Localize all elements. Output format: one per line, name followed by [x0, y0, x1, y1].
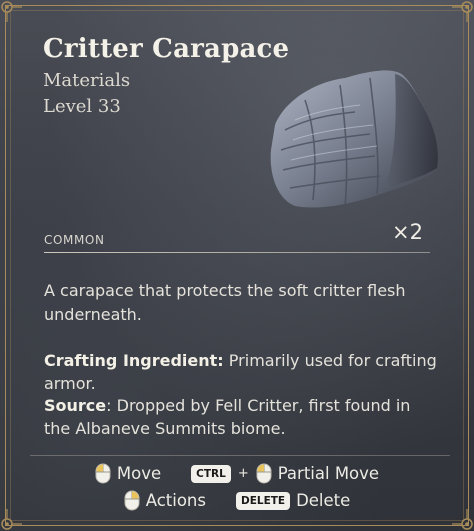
move-hint[interactable]: Move [95, 463, 161, 484]
item-tooltip-panel: Critter Carapace Materials Level 33 COMM… [0, 0, 474, 531]
corner-ornament-icon [452, 509, 474, 531]
crafting-label: Crafting Ingredient: [44, 351, 224, 370]
controls-row-2: Actions DELETE Delete [0, 490, 474, 511]
item-rarity: COMMON [44, 233, 105, 247]
partial-move-hint[interactable]: CTRL + Partial Move [191, 463, 379, 484]
item-category: Materials [43, 70, 131, 91]
item-description: A carapace that protects the soft critte… [44, 281, 406, 324]
item-quantity: ×2 [392, 220, 423, 244]
corner-ornament-icon [452, 0, 474, 22]
item-info: Crafting Ingredient: Primarily used for … [44, 350, 439, 440]
left-mouse-icon [95, 463, 111, 484]
source-label: Source [44, 396, 107, 415]
move-label: Move [116, 464, 162, 483]
corner-ornament-icon [0, 0, 22, 22]
controls-divider [30, 455, 450, 456]
header-divider [44, 252, 430, 253]
partial-move-label: Partial Move [277, 464, 380, 483]
delete-label: Delete [296, 491, 351, 510]
plus-sign: + [237, 466, 249, 481]
source-info: Source: Dropped by Fell Critter, first f… [44, 395, 439, 440]
corner-ornament-icon [0, 509, 22, 531]
item-carapace-icon [245, 60, 445, 210]
item-level: Level 33 [43, 96, 121, 117]
left-mouse-icon [256, 463, 272, 484]
delete-hint[interactable]: DELETE Delete [235, 491, 351, 510]
controls-row-1: Move CTRL + Partial Move [0, 463, 474, 484]
ctrl-key: CTRL [191, 464, 231, 483]
actions-hint[interactable]: Actions [124, 490, 206, 511]
actions-label: Actions [145, 491, 206, 510]
delete-key: DELETE [235, 491, 291, 510]
right-mouse-icon [124, 490, 140, 511]
crafting-info: Crafting Ingredient: Primarily used for … [44, 350, 439, 395]
